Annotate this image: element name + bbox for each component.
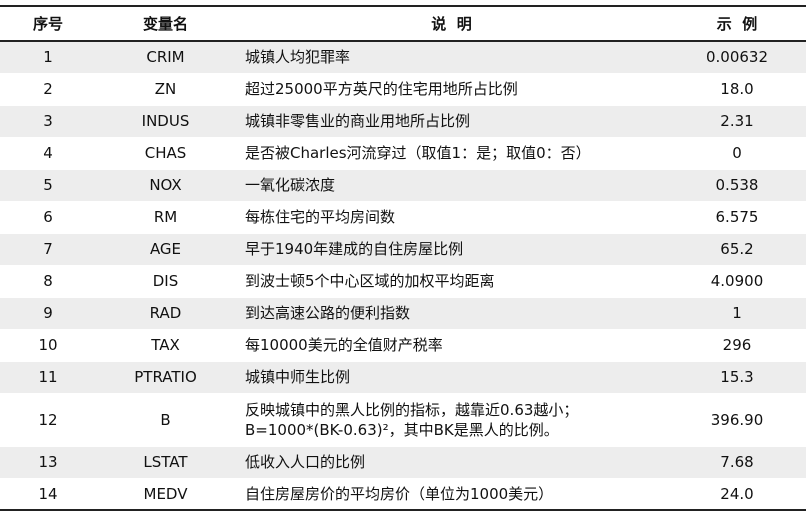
row-description-line: 到达高速公路的便利指数 xyxy=(245,304,411,322)
row-index: 4 xyxy=(0,137,96,170)
row-index: 3 xyxy=(0,105,96,138)
row-example: 296 xyxy=(668,329,806,362)
row-description-line: 早于1940年建成的自住房屋比例 xyxy=(245,240,464,258)
row-index: 14 xyxy=(0,478,96,511)
row-description-line: 每栋住宅的平均房间数 xyxy=(245,208,396,226)
row-description-line: 城镇非零售业的商业用地所占比例 xyxy=(245,112,471,130)
row-example: 18.0 xyxy=(668,73,806,106)
row-variable: TAX xyxy=(96,329,235,362)
row-index: 1 xyxy=(0,41,96,74)
row-variable: AGE xyxy=(96,233,235,266)
row-index: 10 xyxy=(0,329,96,362)
header-variable: 变量名 xyxy=(96,5,235,42)
row-example: 0.538 xyxy=(668,169,806,202)
row-variable: B xyxy=(96,393,235,447)
table-row: 3 INDUS 城镇非零售业的商业用地所占比例 2.31 xyxy=(0,105,806,138)
row-example: 0.00632 xyxy=(668,41,806,74)
row-variable: PTRATIO xyxy=(96,361,235,394)
row-variable: CRIM xyxy=(96,41,235,74)
row-description: 到波士顿5个中心区域的加权平均距离 xyxy=(235,265,668,298)
row-description: 超过25000平方英尺的住宅用地所占比例 xyxy=(235,73,668,106)
row-variable: MEDV xyxy=(96,478,235,511)
row-index: 8 xyxy=(0,265,96,298)
row-description: 一氧化碳浓度 xyxy=(235,169,668,202)
row-description: 每栋住宅的平均房间数 xyxy=(235,201,668,234)
row-description-line: 每10000美元的全值财产税率 xyxy=(245,336,443,354)
row-variable: ZN xyxy=(96,73,235,106)
row-description-line: 自住房屋房价的平均房价（单位为1000美元） xyxy=(245,484,554,503)
table-row: 12 B 反映城镇中的黑人比例的指标，越靠近0.63越小； B=1000*(BK-0.… xyxy=(0,393,806,447)
row-example: 65.2 xyxy=(668,233,806,266)
row-variable: INDUS xyxy=(96,105,235,138)
row-example: 396.90 xyxy=(668,393,806,447)
row-example: 24.0 xyxy=(668,478,806,511)
table-row: 5 NOX 一氧化碳浓度 0.538 xyxy=(0,169,806,202)
row-index: 9 xyxy=(0,297,96,330)
row-description: 城镇非零售业的商业用地所占比例 xyxy=(235,105,668,138)
table-row: 4 CHAS 是否被Charles河流穿过（取值1：是；取值0：否） 0 xyxy=(0,137,806,170)
table-row: 10 TAX 每10000美元的全值财产税率 296 xyxy=(0,329,806,362)
row-index: 2 xyxy=(0,73,96,106)
table-row: 14 MEDV 自住房屋房价的平均房价（单位为1000美元） 24.0 xyxy=(0,478,806,511)
row-variable: LSTAT xyxy=(96,446,235,479)
table-header: 序号 变量名 说 明 示 例 xyxy=(0,5,806,42)
header-row: 序号 变量名 说 明 示 例 xyxy=(0,5,806,42)
row-index: 7 xyxy=(0,233,96,266)
row-index: 13 xyxy=(0,446,96,479)
row-variable: RAD xyxy=(96,297,235,330)
variable-table-container: 序号 变量名 说 明 示 例 1 CRIM 城镇人均犯罪率 0.00632 2 ZN 超过2… xyxy=(0,5,806,511)
row-variable: RM xyxy=(96,201,235,234)
row-description-line: 城镇人均犯罪率 xyxy=(245,48,351,67)
row-index: 5 xyxy=(0,169,96,202)
row-description-line: 到波士顿5个中心区域的加权平均距离 xyxy=(245,272,495,290)
row-description: 是否被Charles河流穿过（取值1：是；取值0：否） xyxy=(235,137,668,170)
row-description: 早于1940年建成的自住房屋比例 xyxy=(235,233,668,266)
row-description: 城镇人均犯罪率 xyxy=(235,41,668,74)
row-index: 11 xyxy=(0,361,96,394)
row-description: 低收入人口的比例 xyxy=(235,446,668,479)
row-description: 到达高速公路的便利指数 xyxy=(235,297,668,330)
row-description-line-2: B=1000*(BK-0.63)²，其中BK是黑人的比例。 xyxy=(245,420,559,439)
row-description-line: 城镇中师生比例 xyxy=(245,368,351,386)
row-description-line: 一氧化碳浓度 xyxy=(245,176,336,194)
row-index: 12 xyxy=(0,393,96,447)
row-example: 0 xyxy=(668,137,806,170)
row-variable: DIS xyxy=(96,265,235,298)
row-description-line: 低收入人口的比例 xyxy=(245,453,366,471)
row-description-line: 是否被Charles河流穿过（取值1：是；取值0：否） xyxy=(245,144,591,162)
row-description: 每10000美元的全值财产税率 xyxy=(235,329,668,362)
table-row: 13 LSTAT 低收入人口的比例 7.68 xyxy=(0,446,806,479)
row-description-line: 超过25000平方英尺的住宅用地所占比例 xyxy=(245,80,518,98)
row-example: 1 xyxy=(668,297,806,330)
row-variable: NOX xyxy=(96,169,235,202)
table-row: 1 CRIM 城镇人均犯罪率 0.00632 xyxy=(0,41,806,74)
row-index: 6 xyxy=(0,201,96,234)
row-variable: CHAS xyxy=(96,137,235,170)
table-row: 7 AGE 早于1940年建成的自住房屋比例 65.2 xyxy=(0,233,806,266)
row-description: 城镇中师生比例 xyxy=(235,361,668,394)
table-row: 11 PTRATIO 城镇中师生比例 15.3 xyxy=(0,361,806,394)
table-row: 2 ZN 超过25000平方英尺的住宅用地所占比例 18.0 xyxy=(0,73,806,106)
row-example: 4.0900 xyxy=(668,265,806,298)
row-example: 15.3 xyxy=(668,361,806,394)
row-description-line: 反映城镇中的黑人比例的指标，越靠近0.63越小； xyxy=(245,400,579,419)
header-index: 序号 xyxy=(0,5,96,42)
row-description: 反映城镇中的黑人比例的指标，越靠近0.63越小； B=1000*(BK-0.63)… xyxy=(235,393,668,447)
row-example: 2.31 xyxy=(668,105,806,138)
header-example: 示 例 xyxy=(668,5,806,42)
table-row: 6 RM 每栋住宅的平均房间数 6.575 xyxy=(0,201,806,234)
table-row: 8 DIS 到波士顿5个中心区域的加权平均距离 4.0900 xyxy=(0,265,806,298)
row-example: 6.575 xyxy=(668,201,806,234)
table-row: 9 RAD 到达高速公路的便利指数 1 xyxy=(0,297,806,330)
variable-table: 序号 变量名 说 明 示 例 1 CRIM 城镇人均犯罪率 0.00632 2 ZN 超过2… xyxy=(0,5,806,511)
row-description: 自住房屋房价的平均房价（单位为1000美元） xyxy=(235,478,668,511)
table-body: 1 CRIM 城镇人均犯罪率 0.00632 2 ZN 超过25000平方英尺的住宅用地所占… xyxy=(0,41,806,511)
row-example: 7.68 xyxy=(668,446,806,479)
header-description: 说 明 xyxy=(235,5,668,42)
